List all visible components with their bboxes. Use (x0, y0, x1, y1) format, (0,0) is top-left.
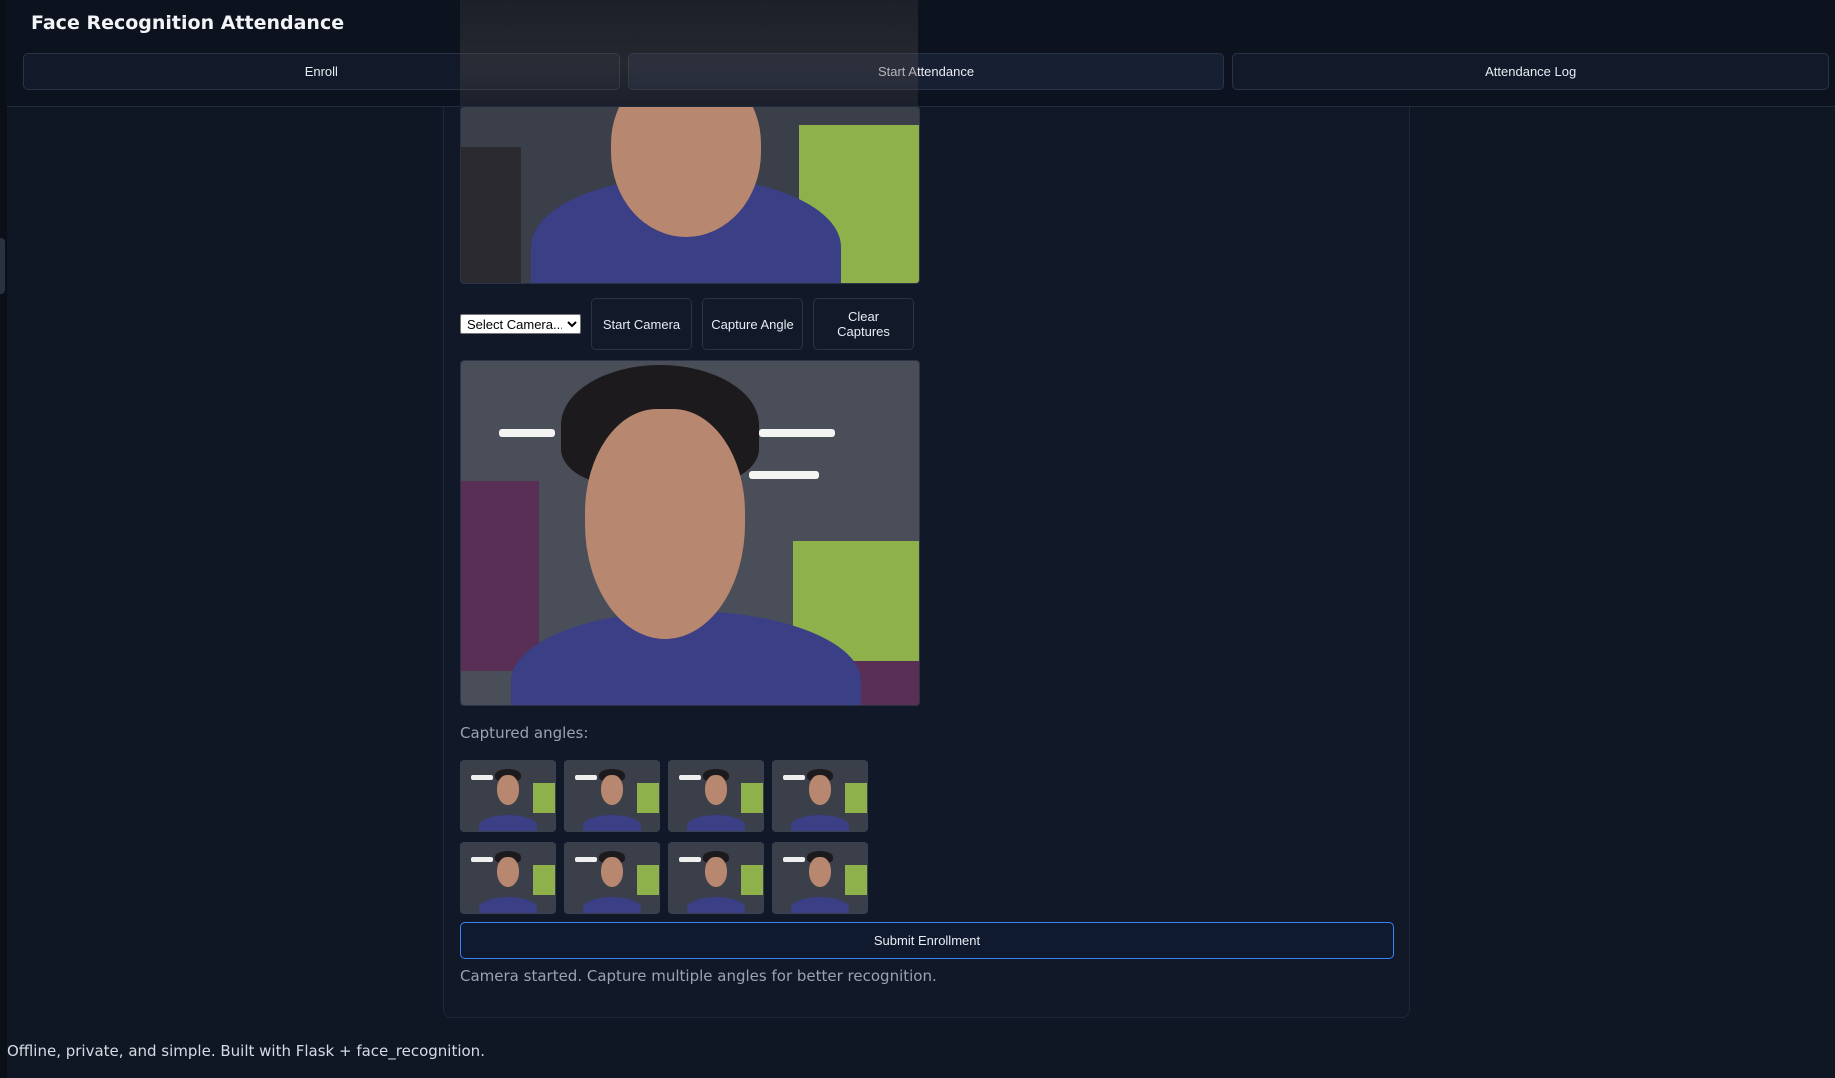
captured-thumbnails (460, 760, 868, 914)
side-panel-handle[interactable] (0, 238, 5, 294)
camera-select[interactable]: Select Camera... (460, 314, 581, 334)
captured-thumbnail (460, 760, 556, 832)
captured-thumbnail (564, 842, 660, 914)
submit-enrollment-button[interactable]: Submit Enrollment (460, 922, 1394, 959)
captured-thumbnail (564, 760, 660, 832)
window-left-edge (0, 0, 7, 1078)
camera-controls: Select Camera... Start Camera Capture An… (460, 298, 914, 350)
captured-thumbnail (668, 842, 764, 914)
status-message: Camera started. Capture multiple angles … (460, 967, 937, 985)
capture-angle-button[interactable]: Capture Angle (702, 298, 803, 350)
tab-enroll[interactable]: Enroll (23, 53, 620, 90)
app-title: Face Recognition Attendance (31, 12, 345, 34)
footer-text: Offline, private, and simple. Built with… (7, 1042, 485, 1060)
main-nav-tabs: Enroll Start Attendance Attendance Log (23, 53, 1830, 90)
live-video-preview (460, 106, 920, 284)
captured-thumbnail (460, 842, 556, 914)
captured-thumbnail (772, 760, 868, 832)
clear-captures-button[interactable]: Clear Captures (813, 298, 914, 350)
captured-frame-preview (460, 360, 920, 706)
captured-angles-label: Captured angles: (460, 724, 589, 742)
tab-attendance-log[interactable]: Attendance Log (1232, 53, 1830, 90)
captured-thumbnail (668, 760, 764, 832)
start-camera-button[interactable]: Start Camera (591, 298, 692, 350)
captured-thumbnail (772, 842, 868, 914)
app-header: Face Recognition Attendance Enroll Start… (7, 0, 1835, 107)
tab-start-attendance[interactable]: Start Attendance (627, 53, 1225, 90)
